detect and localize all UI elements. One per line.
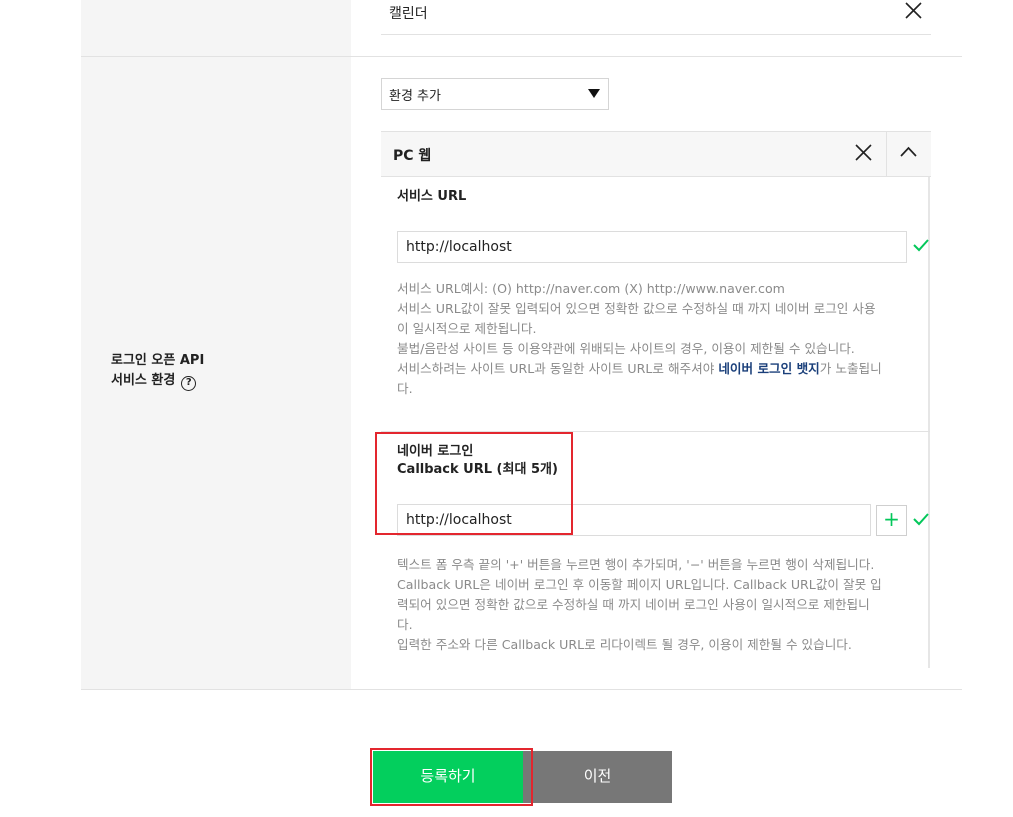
highlight-box-register: [370, 748, 533, 806]
highlight-box-callback: [375, 432, 573, 535]
previous-button[interactable]: 이전: [523, 751, 672, 803]
service-url-desc-line: 이 일시적으로 제한됩니다.: [397, 321, 537, 336]
section-label: 로그인 오픈 API 서비스 환경?: [111, 351, 204, 391]
section-divider-bottom: [81, 689, 962, 690]
desc-text: 가 노출됩니: [819, 361, 882, 376]
environment-title: PC 웹: [393, 148, 432, 164]
add-environment-select[interactable]: 환경 추가: [381, 78, 609, 110]
service-url-desc-line: 서비스 URL값이 잘못 입력되어 있으면 정확한 값으로 수정하실 때 까지 …: [397, 301, 876, 316]
remove-environment-icon[interactable]: [855, 144, 872, 161]
service-url-desc-line: 다.: [397, 381, 413, 396]
service-url-desc-line: 불법/음란성 사이트 등 이용약관에 위배되는 사이트의 경우, 이용이 제한될…: [397, 341, 855, 356]
header-divider: [886, 132, 887, 177]
calendar-item-label: 캘린더: [389, 6, 428, 22]
service-url-valid-check-icon: [913, 239, 929, 252]
service-url-title: 서비스 URL: [397, 189, 467, 204]
naver-login-badge-link[interactable]: 네이버 로그인 뱃지: [718, 361, 819, 376]
callback-url-description: 텍스트 폼 우측 끝의 '+' 버튼을 누르면 행이 추가되며, '−' 버튼을…: [397, 555, 907, 655]
service-url-input[interactable]: http://localhost: [397, 231, 907, 263]
label-column-top: [81, 0, 351, 56]
callback-desc-line: Callback URL은 네이버 로그인 후 이동할 페이지 URL입니다. …: [397, 577, 882, 592]
section-label-line1: 로그인 오픈 API: [111, 353, 205, 368]
callback-desc-line: 텍스트 폼 우측 끝의 '+' 버튼을 누르면 행이 추가되며, '−' 버튼을…: [397, 557, 875, 572]
environment-panel-header: PC 웹: [381, 131, 931, 177]
callback-desc-line: 다.: [397, 617, 413, 632]
add-callback-row-button[interactable]: +: [876, 505, 907, 536]
section-label-line2: 서비스 환경: [111, 373, 176, 388]
service-url-description: 서비스 URL예시: (O) http://naver.com (X) http…: [397, 279, 907, 399]
service-url-desc-line: 서비스하려는 사이트 URL과 동일한 사이트 URL로 해주셔야 네이버 로그…: [397, 359, 907, 379]
remove-calendar-icon[interactable]: [905, 2, 922, 19]
dropdown-arrow-icon: [588, 89, 600, 98]
collapse-chevron-up-icon[interactable]: [900, 146, 917, 158]
desc-text: 서비스하려는 사이트 URL과 동일한 사이트 URL로 해주셔야: [397, 361, 719, 376]
service-url-desc-line: 서비스 URL예시: (O) http://naver.com (X) http…: [397, 281, 785, 296]
callback-url-valid-check-icon: [913, 513, 929, 526]
callback-desc-line: 입력한 주소와 다른 Callback URL로 리다이렉트 될 경우, 이용이…: [397, 637, 852, 652]
callback-desc-line: 력되어 있으면 정확한 값으로 수정하실 때 까지 네이버 로그인 사용이 일시…: [397, 597, 870, 612]
help-icon[interactable]: ?: [181, 376, 197, 391]
add-environment-select-value: 환경 추가: [389, 89, 441, 104]
divider: [381, 34, 931, 35]
